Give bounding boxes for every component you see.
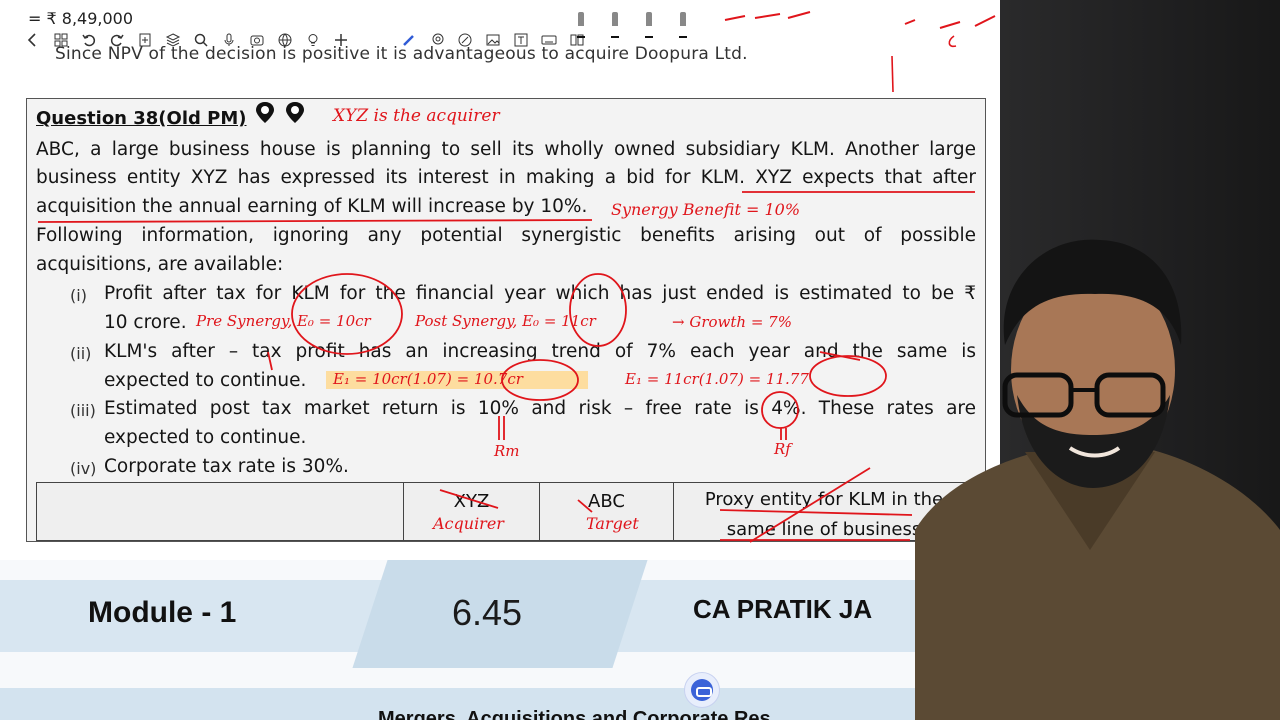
page-footer (0, 560, 1005, 720)
module-label: Module - 1 (88, 596, 237, 629)
author-name: CA PRATIK JA (693, 594, 873, 624)
page-number: 6.45 (452, 592, 523, 633)
book-title: Mergers, Acquisitions and Corporate Res (378, 708, 771, 720)
floating-assistant-button[interactable] (684, 672, 720, 708)
ink-strokes (37, 191, 975, 543)
assistant-icon (691, 679, 713, 701)
webcam-presenter (915, 239, 1280, 720)
